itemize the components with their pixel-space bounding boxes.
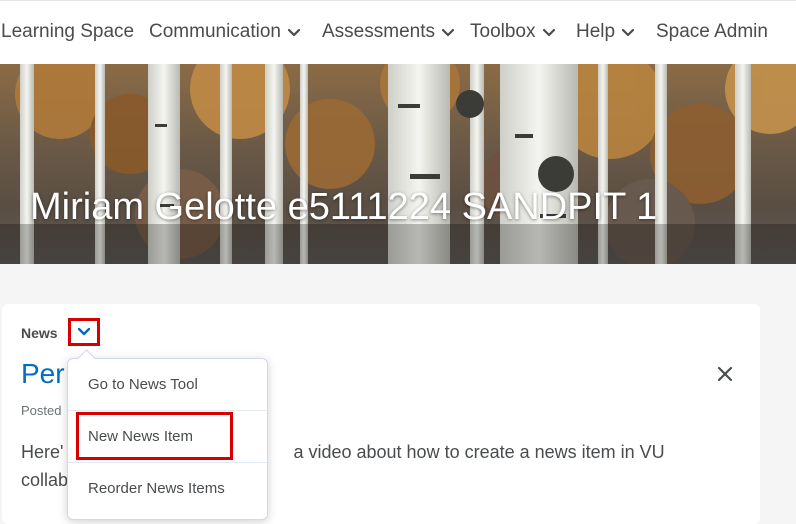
widget-dropdown-menu: Go to News Tool New News Item Reorder Ne… <box>67 349 268 520</box>
course-banner: Miriam Gelotte e5111224 SANDPIT 1 <box>0 64 796 264</box>
nav-item-space-admin[interactable]: Space Admin <box>656 21 768 43</box>
posted-date: Posted <box>21 403 62 418</box>
nav-item-label: Communication <box>149 21 281 42</box>
chevron-down-icon <box>441 28 455 37</box>
menu-item-new-news-item[interactable]: New News Item <box>68 411 267 462</box>
news-item-title-text: Per <box>21 358 65 389</box>
chevron-down-icon <box>77 327 91 336</box>
body-rest: a video about how to create a news item … <box>293 442 665 462</box>
menu-item-go-to-news-tool[interactable]: Go to News Tool <box>68 359 267 410</box>
nav-item-label: Help <box>576 21 616 42</box>
chevron-down-icon <box>287 28 301 37</box>
course-title: Miriam Gelotte e5111224 SANDPIT 1 <box>30 186 658 228</box>
widget-title: News <box>21 325 58 341</box>
body-line2: collab <box>21 470 69 490</box>
menu-item-label: Reorder News Items <box>88 480 225 497</box>
nav-item-help[interactable]: Help <box>576 21 635 43</box>
menu-item-reorder-news-items[interactable]: Reorder News Items <box>68 463 267 514</box>
nav-item-label: Toolbox <box>470 21 536 42</box>
menu-item-label: New News Item <box>88 428 194 445</box>
menu-item-label: Go to News Tool <box>88 376 198 393</box>
banner-image <box>0 64 796 264</box>
nav-item-learning-space[interactable]: Learning Space <box>1 21 134 43</box>
chevron-down-icon <box>542 28 555 37</box>
nav-item-label: Space Admin <box>656 21 768 42</box>
nav-item-communication[interactable]: Communication <box>149 21 301 43</box>
close-icon[interactable] <box>715 364 735 384</box>
nav-item-assessments[interactable]: Assessments <box>322 21 455 43</box>
news-item-title[interactable]: Per <box>21 358 65 390</box>
nav-item-toolbox[interactable]: Toolbox <box>470 21 556 43</box>
widget-menu-button[interactable] <box>68 318 100 346</box>
nav-item-label: Learning Space <box>1 21 135 42</box>
nav-item-label: Assessments <box>322 21 435 42</box>
chevron-down-icon <box>621 28 635 37</box>
top-navbar: Learning Space Communication Assessments… <box>0 0 796 65</box>
body-start: Here' <box>21 442 64 462</box>
